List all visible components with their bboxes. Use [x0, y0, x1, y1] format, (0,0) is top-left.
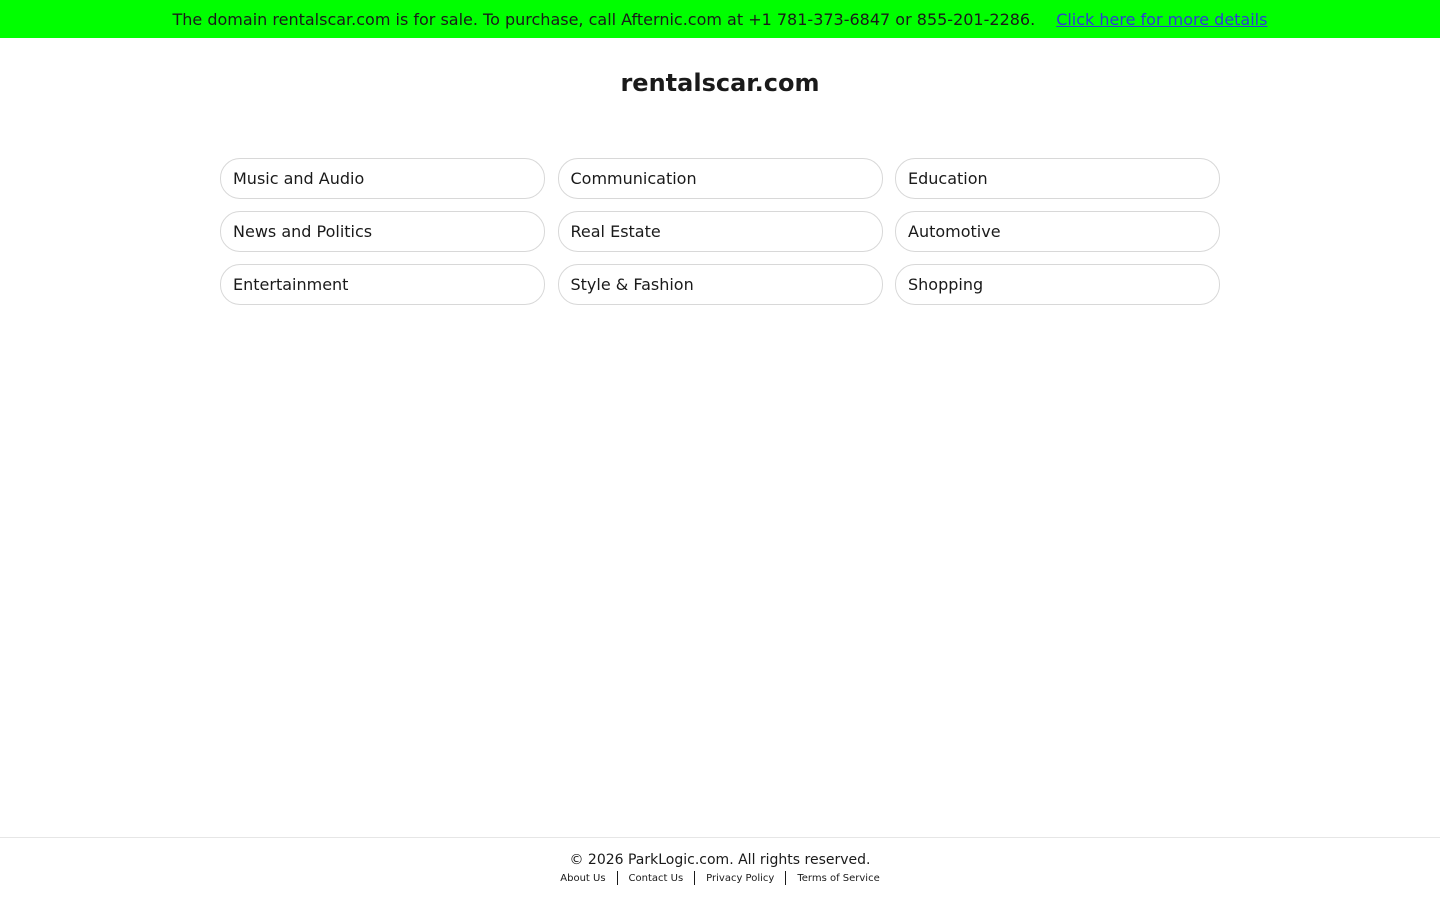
category-music-and-audio[interactable]: Music and Audio: [220, 158, 545, 199]
category-style-and-fashion[interactable]: Style & Fashion: [557, 264, 883, 305]
contact-us-link[interactable]: Contact Us: [629, 873, 684, 884]
footer-divider: [785, 871, 787, 885]
site-title: rentalscar.com: [620, 69, 820, 97]
more-details-link[interactable]: Click here for more details: [1056, 10, 1267, 29]
footer: © 2026 ParkLogic.com. All rights reserve…: [0, 837, 1440, 900]
footer-links: About Us Contact Us Privacy Policy Terms…: [0, 871, 1440, 885]
category-real-estate[interactable]: Real Estate: [557, 211, 883, 252]
about-us-link[interactable]: About Us: [560, 873, 605, 884]
terms-of-service-link[interactable]: Terms of Service: [797, 873, 879, 884]
footer-divider: [616, 871, 618, 885]
category-entertainment[interactable]: Entertainment: [220, 264, 545, 305]
category-education[interactable]: Education: [895, 158, 1220, 199]
for-sale-banner: The domain rentalscar.com is for sale. T…: [0, 0, 1440, 38]
category-automotive[interactable]: Automotive: [895, 211, 1220, 252]
copyright-text: © 2026 ParkLogic.com. All rights reserve…: [569, 852, 871, 868]
category-shopping[interactable]: Shopping: [895, 264, 1220, 305]
category-communication[interactable]: Communication: [557, 158, 883, 199]
privacy-policy-link[interactable]: Privacy Policy: [706, 873, 774, 884]
for-sale-message: The domain rentalscar.com is for sale. T…: [172, 9, 1036, 29]
category-grid: Music and Audio Communication Education …: [220, 158, 1220, 305]
footer-divider: [694, 871, 696, 885]
category-news-and-politics[interactable]: News and Politics: [220, 211, 545, 252]
